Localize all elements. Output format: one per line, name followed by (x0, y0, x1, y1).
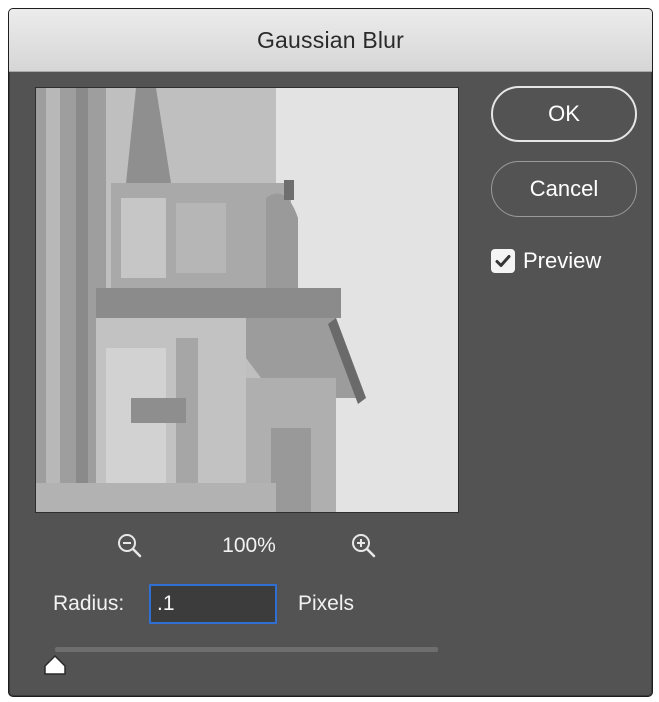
cancel-button[interactable]: Cancel (491, 161, 637, 217)
radius-slider-track[interactable] (55, 647, 438, 652)
zoom-out-icon[interactable] (115, 531, 145, 561)
zoom-in-icon[interactable] (349, 531, 379, 561)
radius-row: Radius: Pixels (53, 584, 473, 626)
radius-slider-thumb[interactable] (43, 654, 67, 676)
units-label: Pixels (298, 592, 355, 615)
zoom-level: 100% (222, 534, 276, 557)
radius-label: Radius: (53, 592, 125, 615)
checkbox-checked-icon[interactable] (491, 249, 515, 273)
ok-button[interactable]: OK (491, 86, 637, 142)
radius-input[interactable] (149, 584, 277, 624)
dialog-titlebar[interactable]: Gaussian Blur (9, 9, 652, 72)
zoom-controls: 100% (109, 527, 399, 567)
dialog-title: Gaussian Blur (256, 26, 405, 53)
preview-image[interactable] (35, 87, 459, 513)
preview-label: Preview (523, 248, 602, 273)
gaussian-blur-dialog: Gaussian Blur 100% Radius: .1 Pixels OK … (8, 8, 653, 697)
preview-checkbox[interactable]: Preview (491, 246, 601, 276)
